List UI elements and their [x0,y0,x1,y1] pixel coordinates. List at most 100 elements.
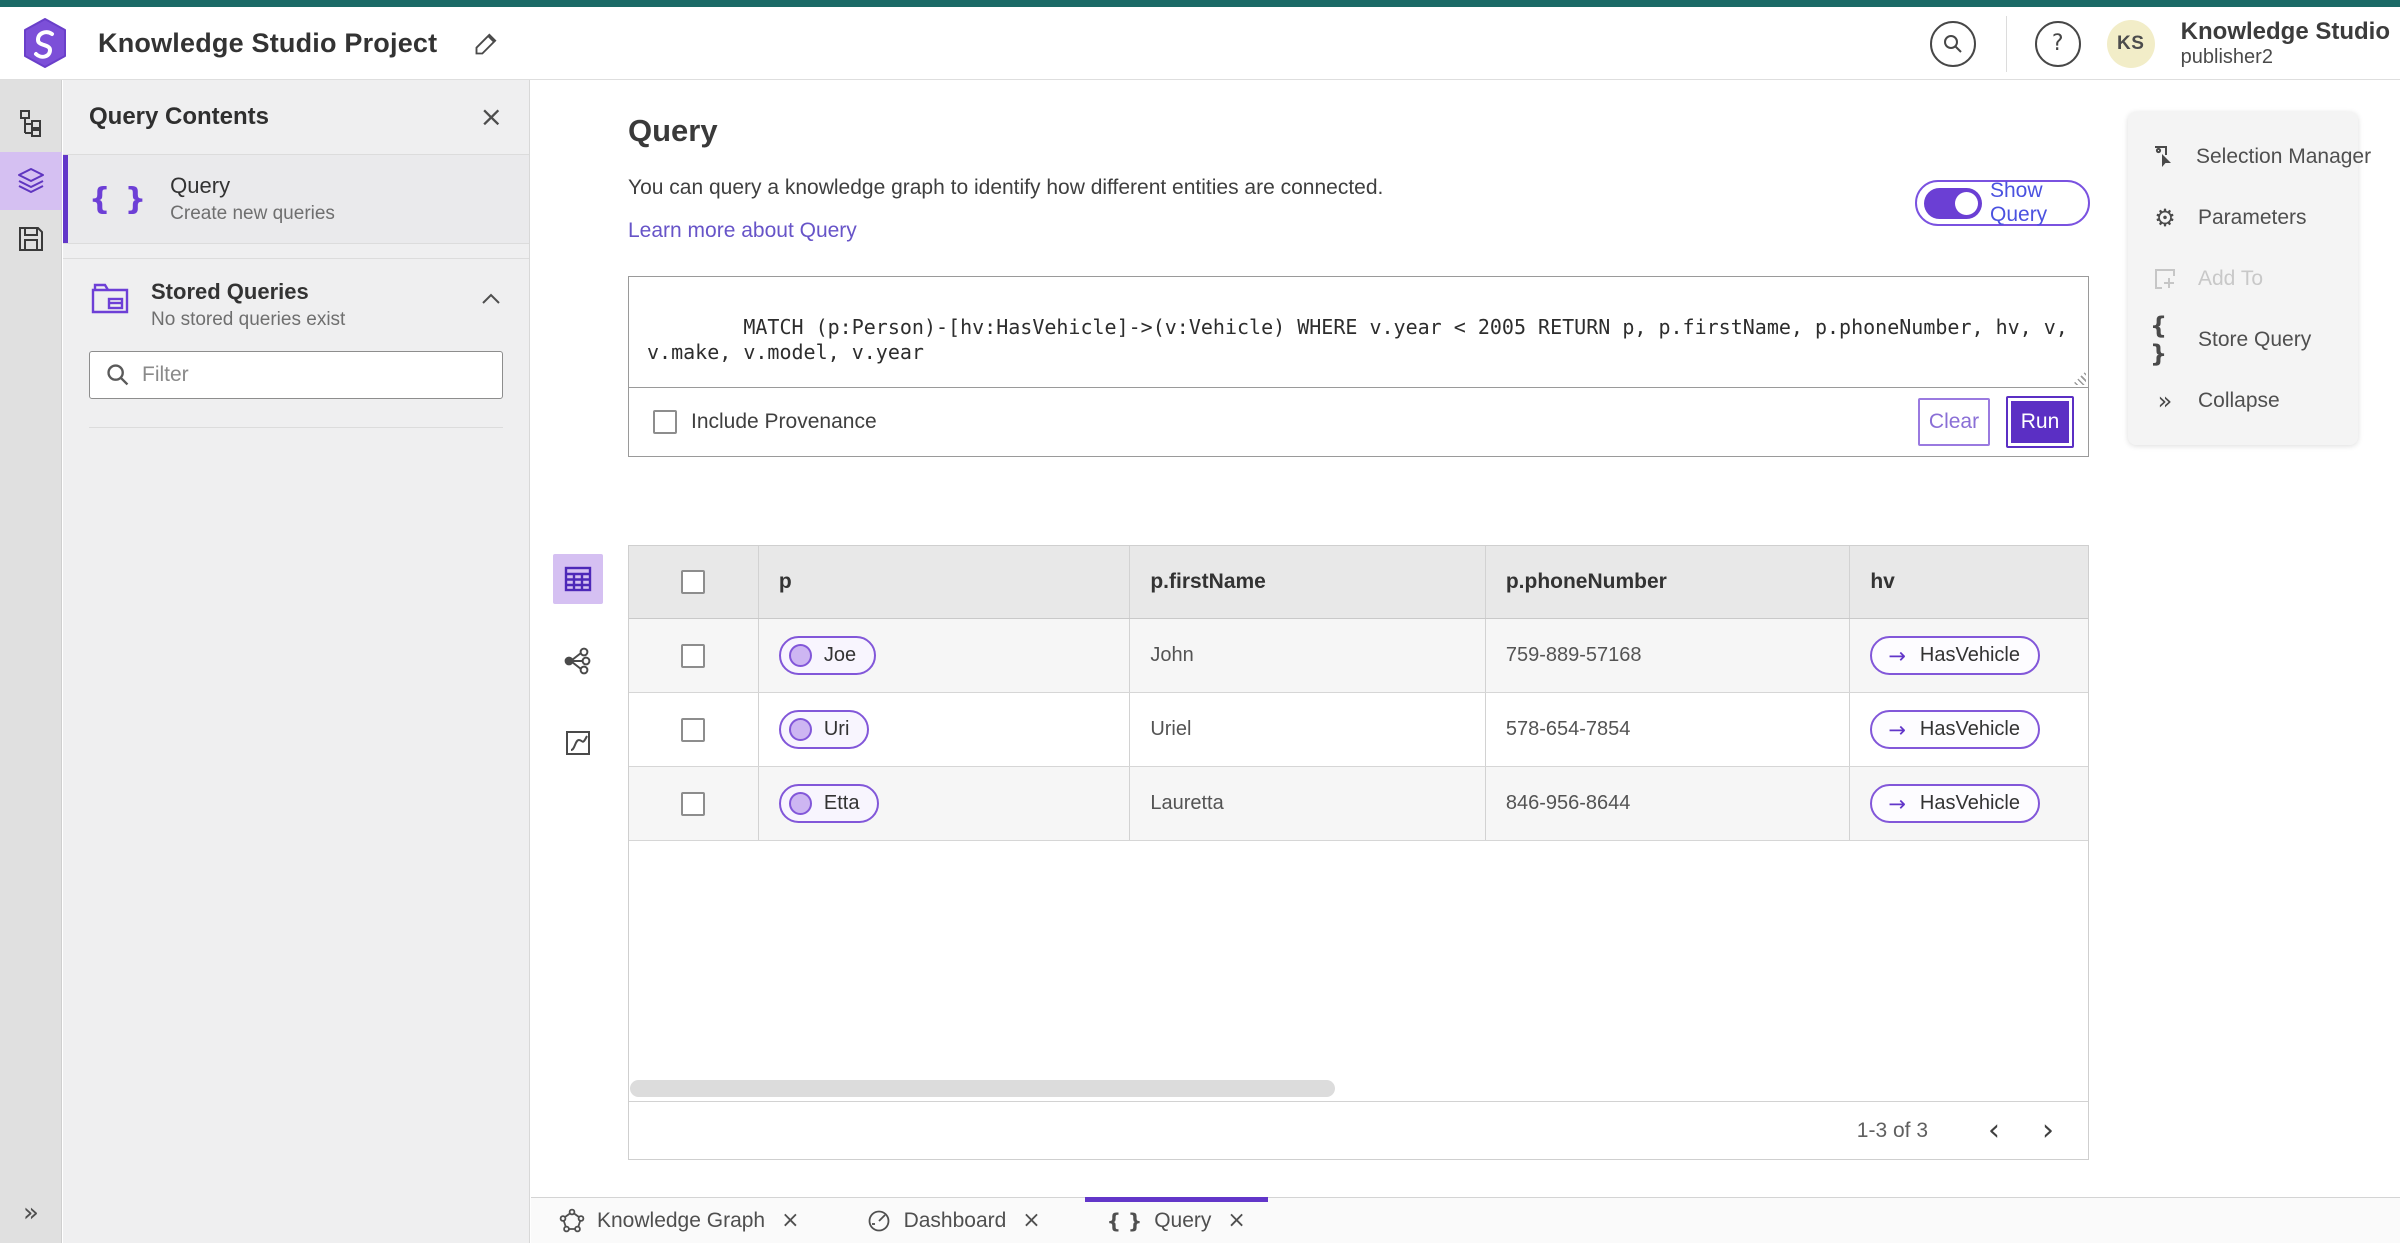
chevron-up-icon[interactable] [479,291,503,307]
select-all-checkbox[interactable] [681,570,706,594]
stored-queries-label: Stored Queries [151,279,309,304]
row-checkbox[interactable] [681,643,706,668]
chart-view-button[interactable] [553,718,603,768]
rail-item-model[interactable] [0,94,62,152]
query-section-title: Query [628,113,718,148]
results-table: p p.firstName p.phoneNumber hv Joe John … [628,545,2089,1160]
learn-more-link[interactable]: Learn more about Query [628,219,857,243]
filter-input[interactable] [89,351,503,399]
save-icon [19,227,43,251]
column-header-firstname[interactable]: p.firstName [1130,546,1486,618]
edge-pill[interactable]: → HasVehicle [1870,784,2040,823]
filter-container [89,351,503,428]
edit-title-icon[interactable] [473,29,501,57]
graph-view-icon [564,647,591,675]
search-icon [1943,34,1962,53]
query-editor[interactable]: MATCH (p:Person)-[hv:HasVehicle]->(v:Veh… [629,277,2088,388]
entity-node-icon [788,718,812,741]
cell-phonenumber: 759-889-57168 [1486,619,1851,692]
sidebar-item-query[interactable]: { } Query Create new queries [63,155,529,244]
horizontal-scrollbar[interactable] [630,1080,1335,1097]
help-button[interactable]: ? [2034,20,2081,67]
top-accent-strip [0,0,2400,7]
close-tab-icon[interactable]: × [1227,1208,1245,1233]
arrow-right-icon: → [1888,643,1906,668]
graph-view-button[interactable] [553,636,603,686]
resize-handle[interactable] [2072,371,2086,385]
arrow-right-icon: → [1888,717,1906,742]
expand-panel-button[interactable]: » [0,1191,62,1235]
layers-icon [18,168,44,193]
page-title: Knowledge Studio Project [98,27,438,58]
query-editor-panel: MATCH (p:Person)-[hv:HasVehicle]->(v:Veh… [628,276,2089,457]
add-to-icon [2155,268,2175,289]
column-header-p[interactable]: p [759,546,1131,618]
row-checkbox[interactable] [681,791,706,816]
bottom-tab-bar: Knowledge Graph × Dashboard × { } Query … [531,1197,2400,1243]
sidebar-section-stored-queries[interactable]: Stored Queries No stored queries exist [63,258,529,341]
filter-search-icon [107,364,129,386]
table-view-button[interactable] [553,554,603,604]
table-footer: 1-3 of 3 ‹ › [629,1101,2088,1159]
next-page-button[interactable]: › [2026,1109,2070,1153]
knowledge-graph-icon [559,1208,585,1232]
collapse-item[interactable]: » Collapse [2128,370,2358,431]
cell-phonenumber: 578-654-7854 [1486,693,1851,766]
previous-page-button[interactable]: ‹ [1972,1109,2016,1153]
entity-pill[interactable]: Uri [778,710,870,749]
table-row[interactable]: Joe John 759-889-57168 → HasVehicle [629,619,2088,693]
collapse-icon: » [2157,386,2173,415]
cell-phonenumber: 846-956-8644 [1486,767,1851,840]
user-name: publisher2 [2180,45,2273,68]
table-empty-area [629,841,2088,1101]
query-tools-panel: Selection Manager ⚙ Parameters Add To { … [2128,112,2371,445]
folder-icon [91,283,129,314]
column-header-phonenumber[interactable]: p.phoneNumber [1486,546,1851,618]
table-row[interactable]: Etta Lauretta 846-956-8644 → HasVehicle [629,767,2088,841]
edge-pill[interactable]: → HasVehicle [1870,710,2040,749]
rail-item-layers[interactable] [0,152,62,210]
table-row[interactable]: Uri Uriel 578-654-7854 → HasVehicle [629,693,2088,767]
entity-node-icon [788,644,812,667]
close-tab-icon[interactable]: × [1022,1208,1040,1233]
table-header-row: p p.firstName p.phoneNumber hv [629,546,2088,619]
close-panel-icon[interactable]: × [480,103,503,131]
search-button[interactable] [1929,20,1976,67]
include-provenance-checkbox[interactable] [653,410,677,434]
tab-knowledge-graph[interactable]: Knowledge Graph × [537,1198,822,1243]
show-query-label: Show Query [1990,179,2048,226]
braces-icon: { } [2150,311,2168,368]
selection-manager-item[interactable]: Selection Manager [2128,126,2371,187]
add-to-item: Add To [2128,248,2358,309]
header-bar: Knowledge Studio Project ? KS Knowledge … [0,7,2400,80]
app-root: Knowledge Studio Project ? KS Knowledge … [0,0,2400,1243]
store-query-item[interactable]: { } Store Query [2128,309,2358,370]
show-query-toggle[interactable]: Show Query [1915,179,2090,226]
row-checkbox[interactable] [681,717,706,742]
toggle-switch-on[interactable] [1924,187,1982,219]
column-header-hv[interactable]: hv [1850,546,2088,618]
close-tab-icon[interactable]: × [781,1208,799,1233]
header-actions: ? KS Knowledge Studio publisher2 [1929,7,2390,80]
run-button[interactable]: Run [2006,396,2074,448]
rail-item-save[interactable] [0,210,62,268]
cell-firstname: John [1130,619,1486,692]
query-text: MATCH (p:Person)-[hv:HasVehicle]->(v:Veh… [647,315,2080,364]
clear-button[interactable]: Clear [1918,398,1990,446]
cell-firstname: Lauretta [1130,767,1486,840]
main-content: Query You can query a knowledge graph to… [531,80,2400,1197]
left-rail: » [0,80,62,1243]
avatar[interactable]: KS [2106,19,2155,68]
chart-view-icon [566,731,590,755]
help-icon: ? [2051,31,2064,56]
parameters-item[interactable]: ⚙ Parameters [2128,187,2358,248]
tab-dashboard[interactable]: Dashboard × [844,1198,1063,1243]
tab-query[interactable]: { } Query × [1084,1197,1268,1243]
user-info: Knowledge Studio publisher2 [2181,18,2390,69]
arrow-right-icon: → [1888,791,1906,816]
entity-pill[interactable]: Joe [778,636,877,675]
panel-title: Query Contents [89,103,270,130]
edge-pill[interactable]: → HasVehicle [1870,636,2040,675]
entity-pill[interactable]: Etta [778,784,880,823]
product-name: Knowledge Studio [2180,18,2390,46]
